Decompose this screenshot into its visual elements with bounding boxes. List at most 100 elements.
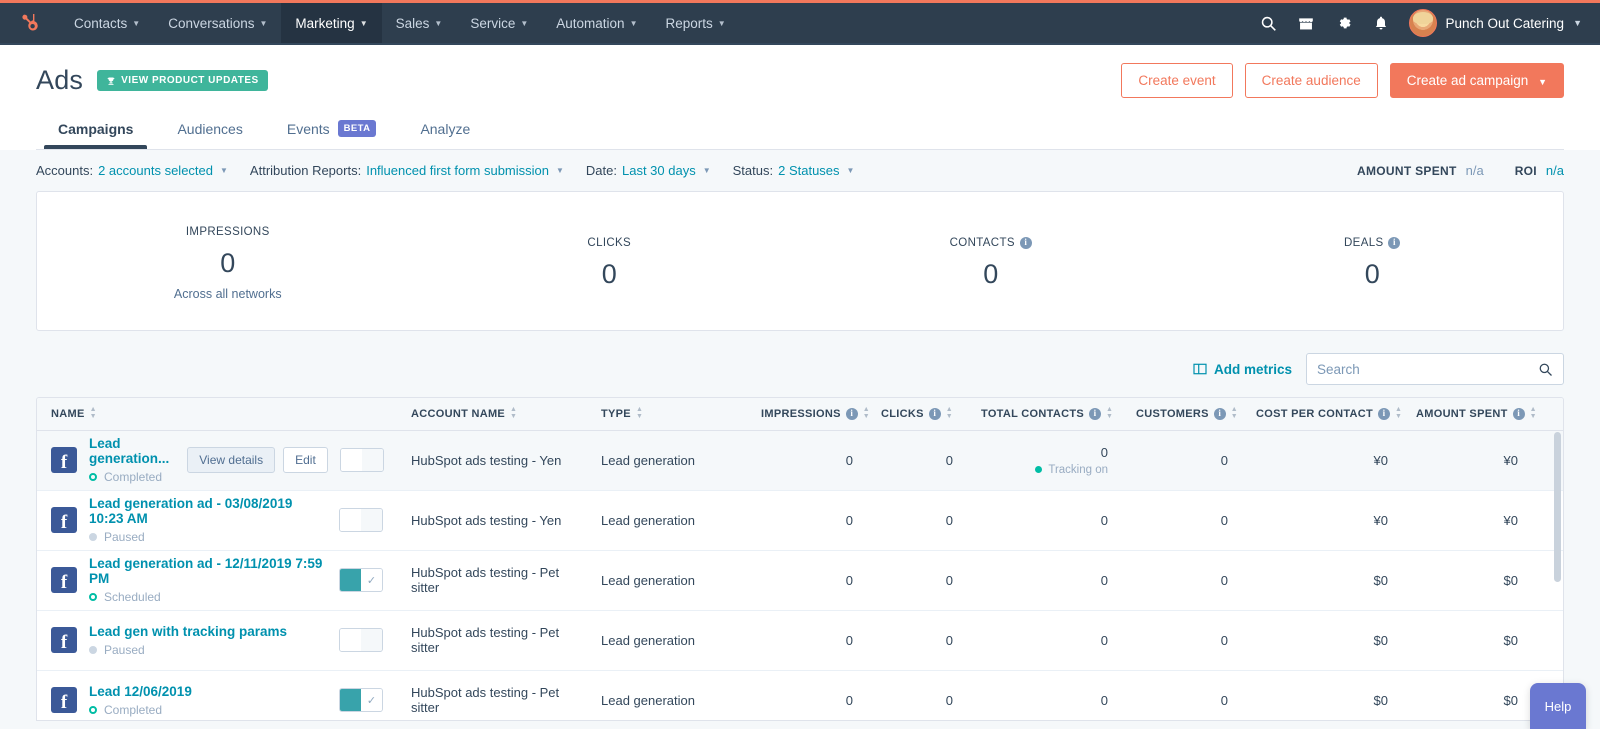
filter-accounts-value[interactable]: 2 accounts selected (98, 163, 213, 178)
info-icon[interactable]: i (929, 408, 941, 420)
campaign-enable-toggle[interactable]: ✓ (339, 688, 383, 712)
column-header-account-name[interactable]: ACCOUNT NAME▲▼ (397, 398, 587, 430)
column-header-amount-spent[interactable]: AMOUNT SPENTi▲▼ (1402, 398, 1532, 430)
status-dot-icon (89, 533, 97, 541)
help-button[interactable]: Help (1530, 683, 1586, 729)
info-icon[interactable]: i (1378, 408, 1390, 420)
marketplace-icon[interactable] (1297, 15, 1315, 32)
create-event-button[interactable]: Create event (1121, 63, 1232, 98)
campaign-enable-toggle[interactable]: ✓ (339, 568, 383, 592)
edit-button[interactable]: Edit (283, 447, 328, 473)
add-metrics-button[interactable]: Add metrics (1193, 362, 1292, 377)
column-header-cost-per-contact[interactable]: COST PER CONTACTi▲▼ (1242, 398, 1402, 430)
campaign-status-label: Paused (104, 530, 145, 544)
campaign-enable-toggle[interactable] (339, 508, 383, 532)
nav-item-label: Sales (396, 16, 430, 31)
search-box[interactable] (1306, 353, 1564, 385)
settings-gear-icon[interactable] (1335, 14, 1353, 32)
view-details-button[interactable]: View details (187, 447, 275, 473)
chevron-down-icon: ▼ (630, 19, 638, 28)
cell-customers-value: 0 (1221, 633, 1228, 648)
sort-toggle-icon[interactable]: ▲▼ (1530, 407, 1537, 420)
search-icon[interactable] (1260, 15, 1277, 32)
sort-toggle-icon[interactable]: ▲▼ (1231, 407, 1238, 420)
notifications-bell-icon[interactable] (1373, 14, 1389, 32)
tab-campaigns[interactable]: Campaigns (36, 113, 155, 149)
filter-status-value[interactable]: 2 Statuses (778, 163, 839, 178)
nav-item-label: Conversations (168, 16, 254, 31)
ads-app-window: Contacts▼Conversations▼Marketing▼Sales▼S… (0, 0, 1600, 729)
column-header-inner: IMPRESSIONSi▲▼ (761, 407, 870, 420)
campaign-name-link[interactable]: Lead gen with tracking params (89, 624, 287, 639)
column-header-customers[interactable]: CUSTOMERSi▲▼ (1122, 398, 1242, 430)
tab-events[interactable]: EventsBETA (265, 112, 399, 149)
table-body: fLead generation...CompletedView details… (37, 430, 1564, 721)
nav-item-sales[interactable]: Sales▼ (382, 3, 457, 43)
cell-account-name: HubSpot ads testing - Yen (397, 430, 587, 490)
sort-toggle-icon[interactable]: ▲▼ (510, 407, 517, 420)
search-icon[interactable] (1538, 362, 1553, 377)
filter-date[interactable]: Date: Last 30 days ▼ (586, 163, 711, 178)
filter-attribution-reports[interactable]: Attribution Reports: Influenced first fo… (250, 163, 564, 178)
header-action-buttons: Create event Create audience Create ad c… (1121, 63, 1564, 98)
nav-item-marketing[interactable]: Marketing▼ (281, 3, 381, 43)
campaign-name-link[interactable]: Lead generation... (89, 436, 169, 466)
cell-impressions: 0 (747, 670, 867, 721)
roi-value[interactable]: n/a (1546, 163, 1564, 178)
info-icon[interactable]: i (1214, 408, 1226, 420)
column-header-type[interactable]: TYPE▲▼ (587, 398, 747, 430)
sort-toggle-icon[interactable]: ▲▼ (90, 407, 97, 420)
campaign-name-link[interactable]: Lead 12/06/2019 (89, 684, 192, 699)
sort-toggle-icon[interactable]: ▲▼ (946, 407, 953, 420)
campaign-name-link[interactable]: Lead generation ad - 03/08/2019 10:23 AM (89, 496, 327, 526)
campaign-name-link[interactable]: Lead generation ad - 12/11/2019 7:59 PM (89, 556, 327, 586)
nav-item-contacts[interactable]: Contacts▼ (60, 3, 154, 43)
filter-attribution-value[interactable]: Influenced first form submission (366, 163, 549, 178)
sort-toggle-icon[interactable]: ▲▼ (1106, 407, 1113, 420)
account-menu[interactable]: Punch Out Catering ▼ (1409, 9, 1583, 37)
column-header-inner: CUSTOMERSi▲▼ (1136, 407, 1238, 420)
nav-item-automation[interactable]: Automation▼ (542, 3, 651, 43)
column-header-name[interactable]: NAME▲▼ (37, 398, 397, 430)
table-row[interactable]: fLead generation ad - 12/11/2019 7:59 PM… (37, 550, 1564, 610)
column-header-impressions[interactable]: IMPRESSIONSi▲▼ (747, 398, 867, 430)
info-icon[interactable]: i (1513, 408, 1525, 420)
campaign-enable-toggle[interactable] (339, 628, 383, 652)
campaign-status-label: Completed (104, 703, 162, 717)
sort-toggle-icon[interactable]: ▲▼ (636, 407, 643, 420)
tab-audiences[interactable]: Audiences (155, 113, 264, 149)
tab-label: Analyze (420, 121, 470, 137)
filter-date-value[interactable]: Last 30 days (622, 163, 696, 178)
create-audience-button[interactable]: Create audience (1245, 63, 1378, 98)
nav-item-reports[interactable]: Reports▼ (651, 3, 739, 43)
nav-item-service[interactable]: Service▼ (456, 3, 542, 43)
tracking-label: Tracking on (1048, 464, 1108, 476)
column-header-clicks[interactable]: CLICKSi▲▼ (867, 398, 967, 430)
search-input[interactable] (1317, 362, 1538, 377)
table-row[interactable]: fLead generation ad - 03/08/2019 10:23 A… (37, 490, 1564, 550)
cell-clicks-value: 0 (946, 513, 953, 528)
table-row[interactable]: fLead gen with tracking paramsPausedHubS… (37, 610, 1564, 670)
sort-toggle-icon[interactable]: ▲▼ (863, 407, 870, 420)
table-row[interactable]: fLead generation...CompletedView details… (37, 430, 1564, 490)
nav-item-conversations[interactable]: Conversations▼ (154, 3, 281, 43)
cell-customers: 0 (1122, 670, 1242, 721)
info-icon[interactable]: i (1388, 237, 1400, 249)
cell-amount-spent-value: $0 (1504, 573, 1518, 588)
tab-label: Audiences (177, 121, 242, 137)
info-icon[interactable]: i (1089, 408, 1101, 420)
table-row[interactable]: fLead 12/06/2019Completed✓HubSpot ads te… (37, 670, 1564, 721)
status-dot-icon (89, 593, 97, 601)
info-icon[interactable]: i (1020, 237, 1032, 249)
hubspot-sprocket-logo[interactable] (0, 3, 60, 43)
info-icon[interactable]: i (846, 408, 858, 420)
filter-accounts[interactable]: Accounts: 2 accounts selected ▼ (36, 163, 228, 178)
filter-status[interactable]: Status: 2 Statuses ▼ (733, 163, 855, 178)
create-ad-campaign-button[interactable]: Create ad campaign ▼ (1390, 63, 1564, 98)
view-product-updates-badge[interactable]: VIEW PRODUCT UPDATES (97, 70, 268, 91)
tab-analyze[interactable]: Analyze (398, 113, 492, 149)
column-header-total-contacts[interactable]: TOTAL CONTACTSi▲▼ (967, 398, 1122, 430)
campaign-enable-toggle[interactable] (340, 448, 384, 472)
sort-toggle-icon[interactable]: ▲▼ (1395, 407, 1402, 420)
table-vertical-scrollbar[interactable] (1554, 432, 1561, 582)
